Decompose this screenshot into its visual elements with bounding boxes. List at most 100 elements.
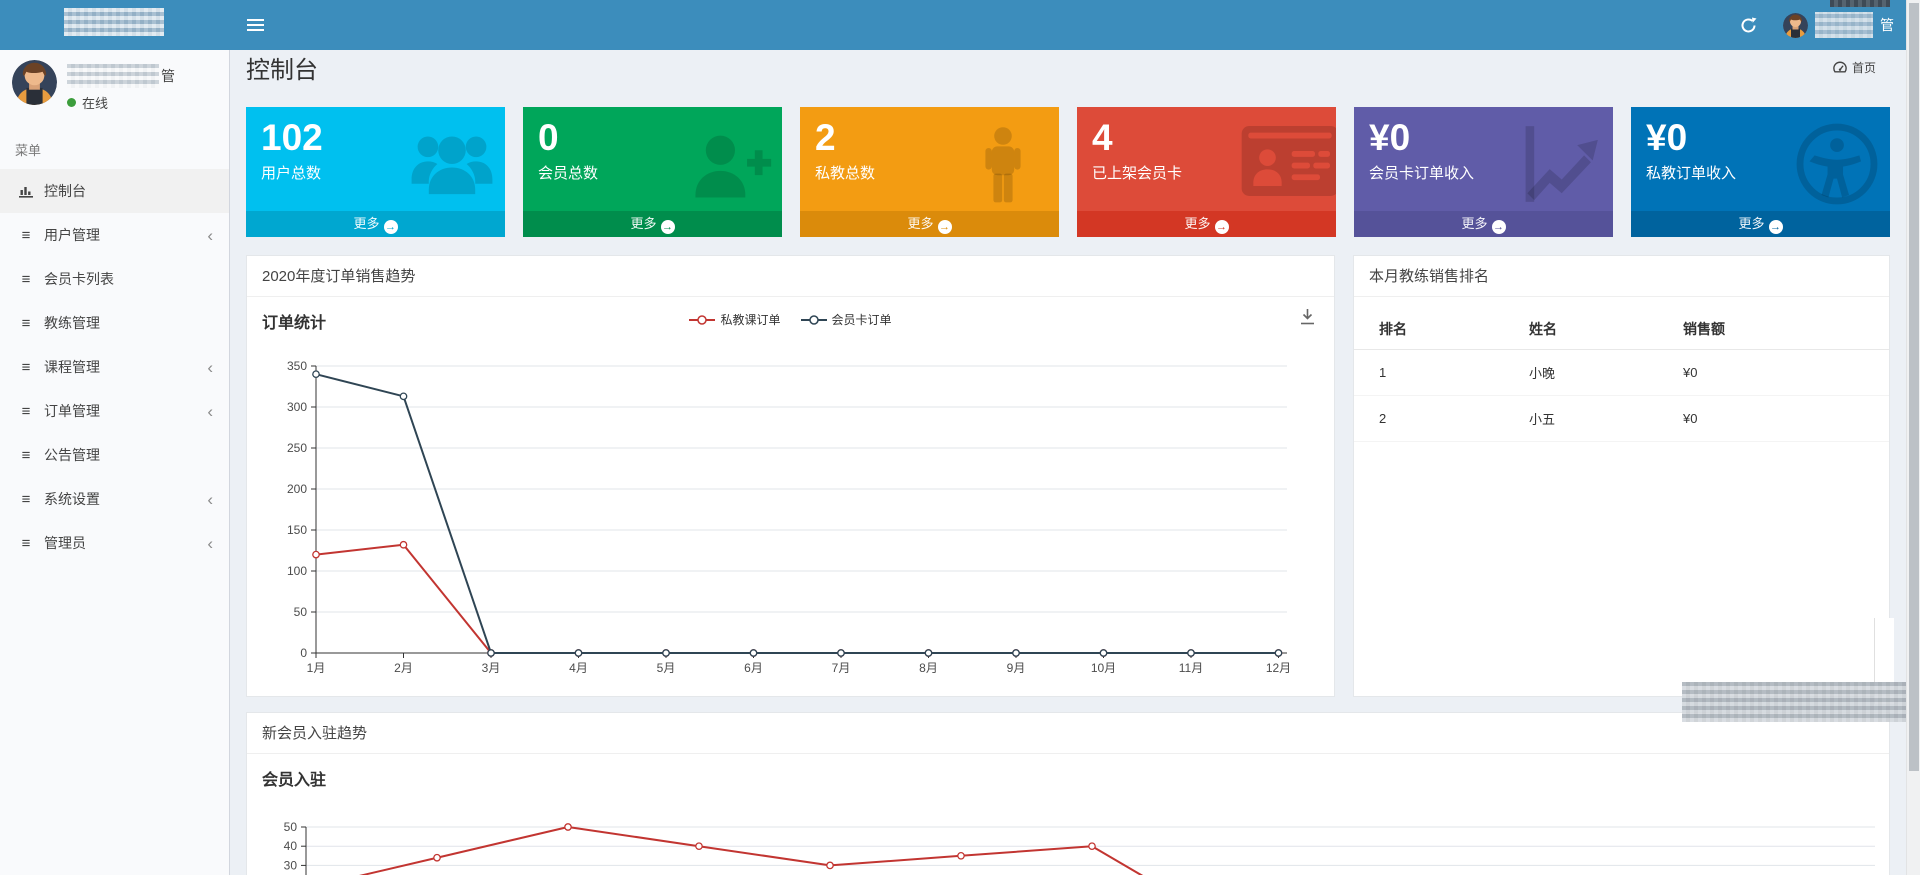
page-title: 控制台 <box>246 50 318 92</box>
arrow-circle-right-icon: → <box>1492 220 1506 234</box>
navbar: 管 <box>0 0 1920 50</box>
stat-card-card-order-income: ¥0会员卡订单收入更多→ <box>1354 107 1613 237</box>
sidebar-item-coach-management[interactable]: ≡教练管理 <box>0 301 229 345</box>
bar-chart-icon <box>15 185 37 198</box>
download-button[interactable] <box>1299 308 1316 330</box>
user-status-label: 在线 <box>82 93 108 112</box>
svg-text:12月: 12月 <box>1266 661 1291 675</box>
svg-text:150: 150 <box>287 523 307 537</box>
sidebar-item-system-settings[interactable]: ≡ 系统设置 ‹ <box>0 477 229 521</box>
card-more-link[interactable]: 更多→ <box>246 211 505 237</box>
table-cell: ¥0 <box>1658 396 1889 442</box>
breadcrumb-home-link[interactable]: 首页 <box>1833 59 1876 76</box>
arrow-circle-right-icon: → <box>938 220 952 234</box>
user-avatar <box>12 60 57 105</box>
member-chart: 01020304050 <box>263 796 1875 875</box>
dashboard-icon <box>1833 61 1847 74</box>
order-trend-panel: 2020年度订单销售趋势 订单统计 私教课订单 会员卡订单 0501001502… <box>246 255 1335 697</box>
online-status-icon <box>67 98 76 107</box>
arrow-circle-right-icon: → <box>1769 220 1783 234</box>
svg-text:50: 50 <box>294 605 308 619</box>
stat-card-coaches-total: 2私教总数更多→ <box>800 107 1059 237</box>
list-icon: ≡ <box>15 535 37 552</box>
scrollbar-thumb[interactable] <box>1909 3 1919 771</box>
sidebar-item-member-card-list[interactable]: ≡会员卡列表 <box>0 257 229 301</box>
card-more-link[interactable]: 更多→ <box>800 211 1059 237</box>
sidebar-user-panel: 管 在线 <box>0 50 229 126</box>
chevron-left-icon: ‹ <box>207 227 219 244</box>
column-header: 销售额 <box>1658 309 1889 350</box>
ranking-panel: 本月教练销售排名 排名姓名销售额 1小晚¥02小五¥0 <box>1353 255 1890 697</box>
member-trend-panel: 新会员入驻趋势 会员入驻 01020304050 <box>246 712 1890 875</box>
legend-line-icon <box>689 315 715 325</box>
svg-text:30: 30 <box>284 858 298 872</box>
sidebar-item-user-management[interactable]: ≡ 用户管理 ‹ <box>0 213 229 257</box>
list-icon: ≡ <box>15 271 37 288</box>
svg-text:50: 50 <box>284 820 298 834</box>
arrow-circle-right-icon: → <box>384 220 398 234</box>
svg-text:10月: 10月 <box>1091 661 1116 675</box>
logo-censor <box>64 8 164 36</box>
card-more-link[interactable]: 更多→ <box>523 211 782 237</box>
svg-text:4月: 4月 <box>569 661 588 675</box>
svg-text:40: 40 <box>284 839 298 853</box>
sidebar-item-order-management[interactable]: ≡订单管理‹ <box>0 389 229 433</box>
legend-item-card-orders[interactable]: 会员卡订单 <box>801 311 892 328</box>
sidebar-item-label: 教练管理 <box>44 313 100 333</box>
svg-text:350: 350 <box>287 359 307 373</box>
card-more-link[interactable]: 更多→ <box>1077 211 1336 237</box>
column-header: 姓名 <box>1504 309 1658 350</box>
refresh-button[interactable] <box>1733 0 1763 50</box>
sidebar-item-label: 课程管理 <box>44 357 100 377</box>
panel-title: 本月教练销售排名 <box>1354 256 1889 297</box>
sidebar-menu: 控制台≡用户管理‹≡会员卡列表≡教练管理≡课程管理‹≡订单管理‹≡公告管理≡系统… <box>0 169 229 565</box>
chevron-left-icon: ‹ <box>207 491 219 508</box>
user-name-censor <box>67 64 159 88</box>
svg-text:8月: 8月 <box>919 661 938 675</box>
sidebar-item-label: 用户管理 <box>44 225 100 245</box>
table-cell: ¥0 <box>1658 350 1889 396</box>
svg-text:0: 0 <box>300 646 307 660</box>
menu-section-label: 菜单 <box>0 126 229 169</box>
navbar-user-menu[interactable]: 管 <box>1783 0 1894 50</box>
card-more-link[interactable]: 更多→ <box>1631 211 1890 237</box>
legend-item-coach-orders[interactable]: 私教课订单 <box>689 311 780 328</box>
navbar-avatar <box>1783 13 1808 38</box>
sidebar-item-label: 系统设置 <box>44 489 100 509</box>
svg-text:200: 200 <box>287 482 307 496</box>
svg-text:100: 100 <box>287 564 307 578</box>
stat-card-cards-on-shelf: 4已上架会员卡更多→ <box>1077 107 1336 237</box>
list-icon: ≡ <box>15 491 37 508</box>
arrow-circle-right-icon: → <box>661 220 675 234</box>
svg-text:300: 300 <box>287 400 307 414</box>
chevron-left-icon: ‹ <box>207 403 219 420</box>
id-card-icon <box>1240 121 1326 207</box>
legend-line-icon <box>801 315 827 325</box>
user-plus-icon <box>686 121 772 207</box>
table-cell: 小五 <box>1504 396 1658 442</box>
sidebar-toggle-button[interactable] <box>232 0 278 50</box>
table-cell: 1 <box>1354 350 1504 396</box>
arrow-circle-right-icon: → <box>1215 220 1229 234</box>
sidebar-item-notice-management[interactable]: ≡公告管理 <box>0 433 229 477</box>
sidebar-item-dashboard[interactable]: 控制台 <box>0 169 229 213</box>
sidebar-item-label: 公告管理 <box>44 445 100 465</box>
sidebar-item-admin[interactable]: ≡管理员‹ <box>0 521 229 565</box>
svg-text:250: 250 <box>287 441 307 455</box>
ranking-table-body: 1小晚¥02小五¥0 <box>1354 350 1889 442</box>
navbar-username-censor <box>1815 12 1873 38</box>
order-chart: 0501001502002503003501月2月3月4月5月6月7月8月9月1… <box>263 346 1320 696</box>
line-chart-icon <box>1517 121 1603 207</box>
chart-title: 会员入驻 <box>262 766 326 790</box>
column-header: 排名 <box>1354 309 1504 350</box>
chevron-left-icon: ‹ <box>207 535 219 552</box>
sidebar-item-course-management[interactable]: ≡课程管理‹ <box>0 345 229 389</box>
ranking-table: 排名姓名销售额 1小晚¥02小五¥0 <box>1354 309 1889 442</box>
list-icon: ≡ <box>15 227 37 244</box>
top-right-censor <box>1830 0 1890 7</box>
list-icon: ≡ <box>15 359 37 376</box>
card-more-link[interactable]: 更多→ <box>1354 211 1613 237</box>
page-scrollbar[interactable] <box>1906 0 1920 875</box>
watermark-censor <box>1682 682 1908 722</box>
table-row: 2小五¥0 <box>1354 396 1889 442</box>
